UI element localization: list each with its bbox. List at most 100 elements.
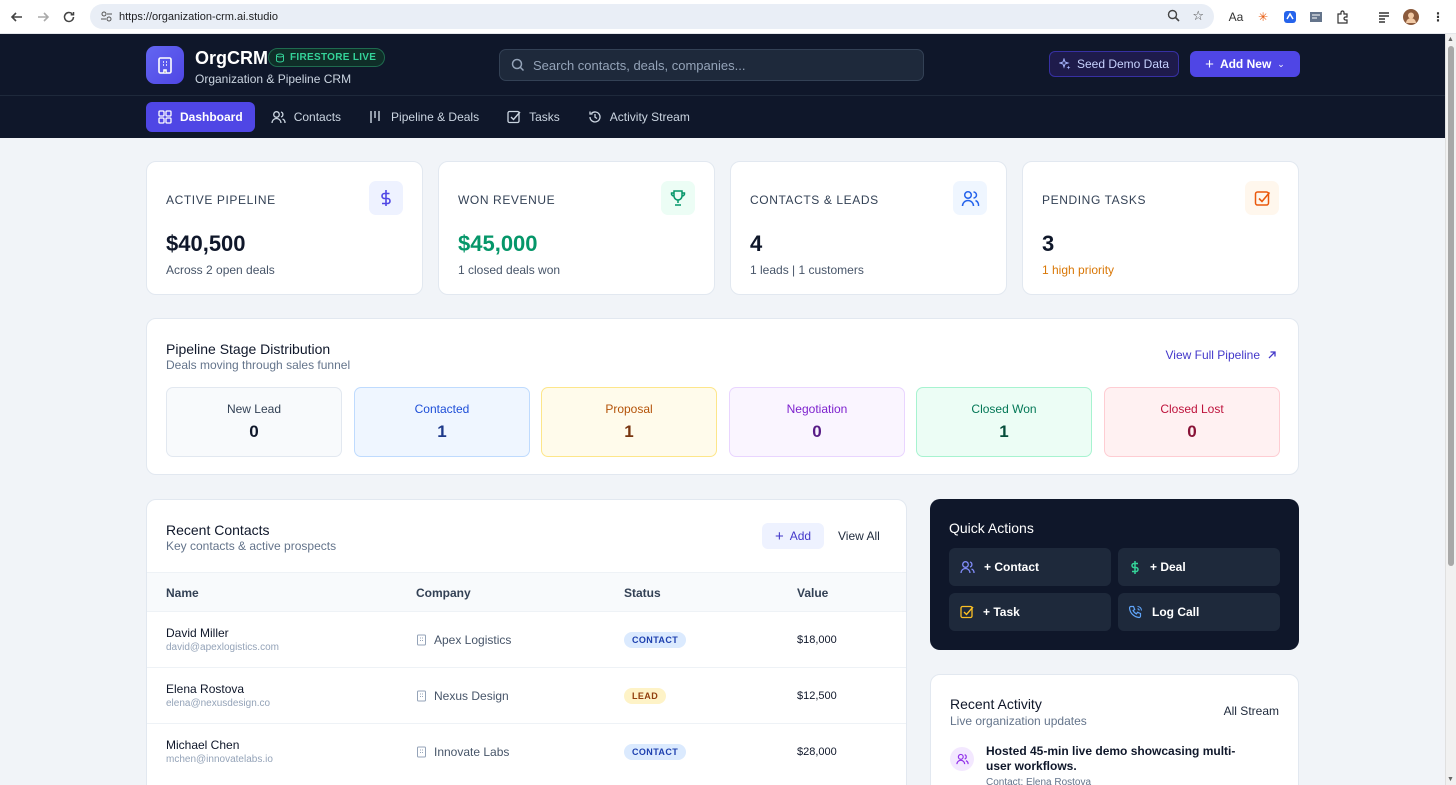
stat-value: $40,500 <box>166 231 246 256</box>
contact-value: $12,500 <box>797 690 837 702</box>
checkbox-icon <box>507 110 521 124</box>
users-icon <box>960 560 975 574</box>
profile-avatar[interactable] <box>1402 8 1420 26</box>
column-header-company[interactable]: Company <box>416 586 471 600</box>
section-subtitle: Deals moving through sales funnel <box>166 358 351 372</box>
stage-count: 1 <box>437 422 447 441</box>
extension-blue-icon[interactable] <box>1281 8 1299 26</box>
column-header-name[interactable]: Name <box>166 586 199 600</box>
reload-icon[interactable] <box>56 4 82 30</box>
url-text: https://organization-crm.ai.studio <box>119 10 278 23</box>
stage-negotiation[interactable]: Negotiation 0 <box>729 387 905 457</box>
table-row[interactable]: Elena Rostova elena@nexusdesign.co Nexus… <box>147 667 906 723</box>
external-arrow-icon <box>1267 350 1277 360</box>
tab-pipeline-deals[interactable]: Pipeline & Deals <box>357 102 491 132</box>
contact-value: $18,000 <box>797 634 837 646</box>
company-name: Nexus Design <box>434 689 509 703</box>
browser-menu-icon[interactable]: ⋮ <box>1429 8 1447 26</box>
stage-count: 0 <box>812 422 822 441</box>
reading-list-icon[interactable] <box>1375 8 1393 26</box>
status-badge: CONTACT <box>624 632 687 648</box>
dashboard-grid-icon <box>158 110 172 124</box>
quick-action-label: + Task <box>983 605 1020 619</box>
stage-name: Closed Lost <box>1160 402 1224 416</box>
contact-email: elena@nexusdesign.co <box>166 698 271 709</box>
contact-name: Elena Rostova <box>166 682 245 696</box>
main-tabs: Dashboard Contacts Pipeline & Deals Task… <box>146 102 702 132</box>
stage-proposal[interactable]: Proposal 1 <box>541 387 717 457</box>
header-divider <box>0 95 1445 96</box>
stage-count: 0 <box>1187 422 1197 441</box>
seed-demo-data-button[interactable]: Seed Demo Data <box>1049 51 1179 77</box>
tab-contacts[interactable]: Contacts <box>259 102 353 132</box>
column-header-value[interactable]: Value <box>797 586 828 600</box>
sparkles-icon <box>1058 58 1071 70</box>
quick-action-label: + Contact <box>984 560 1040 574</box>
quick-actions-card: Quick Actions + Contact + Deal + Task Lo… <box>930 499 1299 650</box>
phone-call-icon <box>1129 605 1143 619</box>
view-full-pipeline-link[interactable]: View Full Pipeline <box>1166 348 1278 362</box>
table-row[interactable]: Michael Chen mchen@innovatelabs.io Innov… <box>147 723 906 779</box>
site-settings-icon[interactable] <box>99 10 113 24</box>
contact-email: david@apexlogistics.com <box>166 642 279 653</box>
stage-contacted[interactable]: Contacted 1 <box>354 387 530 457</box>
tab-label: Dashboard <box>180 110 243 124</box>
add-new-label: Add New <box>1219 57 1272 71</box>
extension-burst-icon[interactable]: ✳ <box>1254 8 1272 26</box>
stat-subtext: 1 high priority <box>1042 263 1115 277</box>
stat-subtext: 1 leads | 1 customers <box>750 263 864 277</box>
tab-label: Contacts <box>293 110 342 124</box>
table-header <box>147 572 906 611</box>
app-header: OrgCRM FIRESTORE LIVE Organization & Pip… <box>0 34 1445 138</box>
search-box[interactable] <box>499 49 924 81</box>
add-contact-button[interactable]: + Add <box>762 523 824 549</box>
stat-subtext: Across 2 open deals <box>166 263 275 277</box>
quick-add-task-button[interactable]: + Task <box>949 593 1111 631</box>
status-badge: CONTACT <box>624 744 687 760</box>
extension-grid-icon[interactable] <box>1307 8 1325 26</box>
users-icon <box>271 110 286 124</box>
tab-dashboard[interactable]: Dashboard <box>146 102 255 132</box>
stat-card-pending-tasks: PENDING TASKS 3 1 high priority <box>1022 161 1299 295</box>
tab-label: Tasks <box>529 110 560 124</box>
forward-icon[interactable] <box>30 4 56 30</box>
view-all-contacts-link[interactable]: View All <box>838 529 880 543</box>
tab-activity-stream[interactable]: Activity Stream <box>576 102 702 132</box>
scrollbar-thumb[interactable] <box>1448 46 1454 566</box>
all-stream-link[interactable]: All Stream <box>1224 704 1279 718</box>
zoom-icon[interactable] <box>1167 9 1180 25</box>
quick-add-deal-button[interactable]: + Deal <box>1118 548 1280 586</box>
tab-tasks[interactable]: Tasks <box>495 102 572 132</box>
stage-name: Negotiation <box>786 402 848 416</box>
address-bar[interactable]: https://organization-crm.ai.studio ☆ <box>90 4 1214 29</box>
status-badge: LEAD <box>624 688 667 704</box>
stage-closed-lost[interactable]: Closed Lost 0 <box>1104 387 1280 457</box>
quick-action-label: Log Call <box>1152 605 1200 619</box>
browser-toolbar: https://organization-crm.ai.studio ☆ Aa … <box>0 0 1456 34</box>
table-row[interactable]: David Miller david@apexlogistics.com Ape… <box>147 611 906 667</box>
tab-label: Activity Stream <box>609 110 690 124</box>
search-input[interactable] <box>533 57 903 73</box>
scroll-down-arrow-icon[interactable]: ▼ <box>1447 776 1454 783</box>
stage-name: New Lead <box>226 402 282 416</box>
section-title: Recent Activity <box>950 696 1042 712</box>
history-icon <box>588 110 602 124</box>
pipeline-distribution-card: Pipeline Stage Distribution Deals moving… <box>146 318 1299 475</box>
extensions-puzzle-icon[interactable] <box>1334 8 1352 26</box>
stage-closed-won[interactable]: Closed Won 1 <box>916 387 1092 457</box>
stat-card-active-pipeline: ACTIVE PIPELINE $40,500 Across 2 open de… <box>146 161 423 295</box>
scroll-up-arrow-icon[interactable]: ▲ <box>1447 36 1454 43</box>
stat-label: CONTACTS & LEADS <box>750 193 879 207</box>
back-icon[interactable] <box>4 4 30 30</box>
stage-new-lead[interactable]: New Lead 0 <box>166 387 342 457</box>
page-scrollbar[interactable]: ▲ ▼ <box>1445 34 1456 785</box>
column-header-status[interactable]: Status <box>624 586 661 600</box>
contact-value: $28,000 <box>797 746 837 758</box>
quick-log-call-button[interactable]: Log Call <box>1118 593 1280 631</box>
reader-mode-icon[interactable]: Aa <box>1227 8 1245 26</box>
plus-icon: + <box>774 527 784 545</box>
quick-add-contact-button[interactable]: + Contact <box>949 548 1111 586</box>
add-new-button[interactable]: + Add New ⌄ <box>1190 51 1300 77</box>
bookmark-star-icon[interactable]: ☆ <box>1192 8 1204 24</box>
contact-company: Apex Logistics <box>416 633 511 647</box>
